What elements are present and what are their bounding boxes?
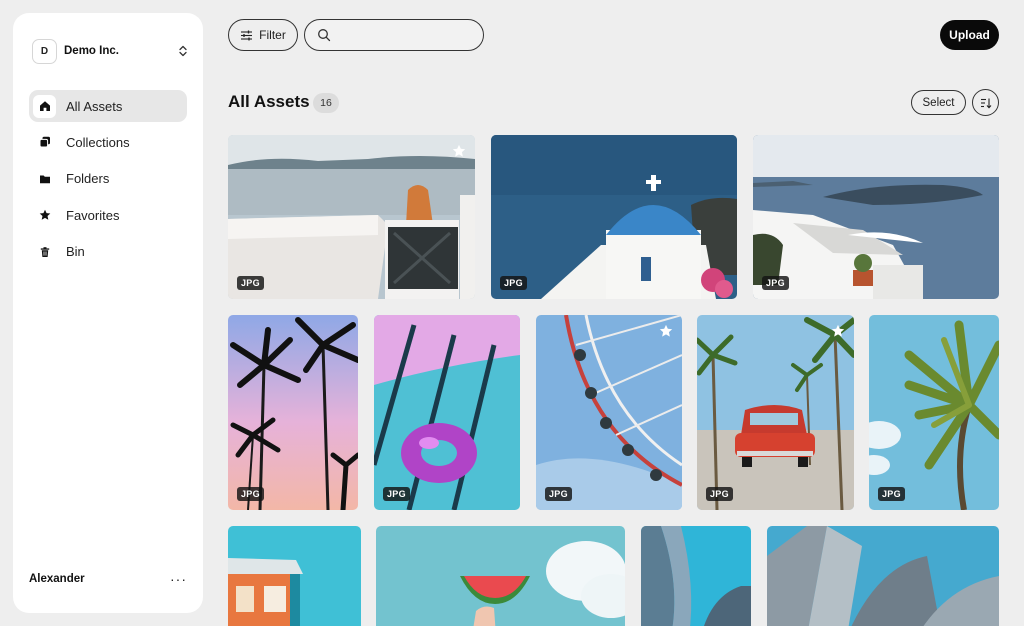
- favorite-star-icon[interactable]: [452, 144, 466, 158]
- search-icon: [318, 29, 331, 42]
- asset-tile-palm-tree-sky[interactable]: JPG: [869, 315, 999, 510]
- file-type-badge: JPG: [237, 276, 264, 290]
- asset-image: [697, 315, 854, 510]
- asset-image: [228, 135, 475, 299]
- sidebar-item-label: Folders: [66, 171, 110, 187]
- favorite-star-icon[interactable]: [831, 324, 845, 338]
- asset-image: [228, 526, 361, 626]
- asset-image: [228, 315, 358, 510]
- workspace-name: Demo Inc.: [64, 45, 119, 57]
- sidebar-item-label: Collections: [66, 134, 130, 150]
- workspace-switcher[interactable]: D Demo Inc.: [32, 36, 190, 66]
- asset-image: [536, 315, 682, 510]
- more-options-icon[interactable]: ···: [170, 572, 187, 586]
- asset-image: [767, 526, 999, 626]
- sliders-icon: [241, 30, 253, 40]
- asset-tile-metal-building[interactable]: [767, 526, 999, 626]
- asset-tile-blue-dome-church[interactable]: JPG: [491, 135, 737, 299]
- asset-tile-pool-float[interactable]: JPG: [374, 315, 520, 510]
- sidebar-item-folders[interactable]: Folders: [29, 163, 187, 195]
- sidebar-item-label: Favorites: [66, 207, 120, 223]
- file-type-badge: JPG: [878, 487, 905, 501]
- user-menu: Alexander ···: [29, 569, 187, 589]
- sort-button[interactable]: [972, 89, 999, 116]
- asset-image: [491, 135, 737, 299]
- sidebar-item-label: Bin: [66, 244, 85, 260]
- star-icon: [33, 204, 56, 227]
- asset-tile-architecture-curve[interactable]: [641, 526, 751, 626]
- home-icon: [33, 94, 56, 118]
- upload-button[interactable]: Upload: [940, 20, 999, 50]
- sidebar-item-label: All Assets: [66, 98, 123, 114]
- asset-tile-ferris-wheel[interactable]: JPG: [536, 315, 682, 510]
- asset-image: [753, 135, 999, 299]
- filter-button[interactable]: Filter: [228, 19, 298, 51]
- file-type-badge: JPG: [237, 487, 264, 501]
- asset-image: [376, 526, 625, 626]
- asset-count-badge: 16: [313, 93, 339, 113]
- search-box[interactable]: [304, 19, 484, 51]
- sidebar-item-collections[interactable]: Collections: [29, 126, 187, 158]
- sort-icon: [980, 98, 991, 109]
- sidebar-item-all-assets[interactable]: All Assets: [29, 90, 187, 122]
- sidebar-nav: All Assets Collections Folders Favorites…: [29, 90, 187, 272]
- asset-image: [641, 526, 751, 626]
- page-title: All Assets: [228, 92, 310, 111]
- select-button[interactable]: Select: [911, 90, 966, 115]
- folder-icon: [33, 167, 56, 190]
- asset-tile-watermelon-sky[interactable]: [376, 526, 625, 626]
- file-type-badge: JPG: [500, 276, 527, 290]
- user-name: Alexander: [29, 573, 85, 585]
- asset-tile-santorini-gate[interactable]: JPG: [228, 135, 475, 299]
- chevron-up-down-icon: [179, 45, 187, 57]
- workspace-avatar: D: [32, 38, 57, 64]
- favorite-star-icon[interactable]: [659, 324, 673, 338]
- sidebar-item-bin[interactable]: Bin: [29, 236, 187, 268]
- file-type-badge: JPG: [383, 487, 410, 501]
- search-input[interactable]: [337, 28, 477, 42]
- filter-label: Filter: [259, 28, 286, 42]
- asset-image: [869, 315, 999, 510]
- file-type-badge: JPG: [545, 487, 572, 501]
- file-type-badge: JPG: [706, 487, 733, 501]
- sidebar: D Demo Inc. All Assets Collections Folde…: [13, 13, 203, 613]
- collections-icon: [33, 131, 56, 154]
- trash-icon: [33, 240, 56, 263]
- asset-tile-lifeguard-hut[interactable]: [228, 526, 361, 626]
- asset-tile-white-terrace-sea[interactable]: JPG: [753, 135, 999, 299]
- sidebar-item-favorites[interactable]: Favorites: [29, 199, 187, 231]
- asset-tile-palm-silhouettes[interactable]: JPG: [228, 315, 358, 510]
- asset-image: [374, 315, 520, 510]
- file-type-badge: JPG: [762, 276, 789, 290]
- asset-tile-red-vintage-car[interactable]: JPG: [697, 315, 854, 510]
